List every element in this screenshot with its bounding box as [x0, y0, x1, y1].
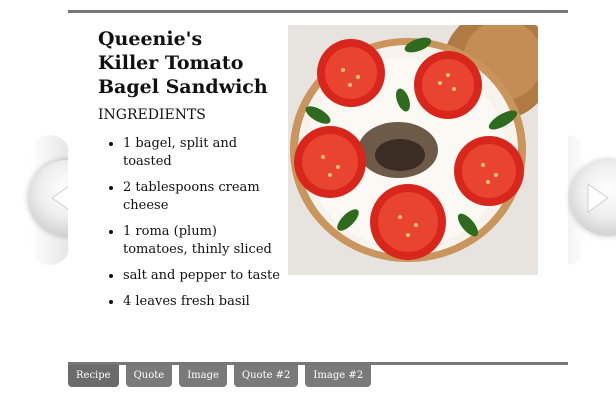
ingredient-item: salt and pepper to taste — [123, 267, 283, 285]
ingredient-item: 2 tablespoons cream cheese — [123, 179, 283, 215]
tab-quote[interactable]: Quote — [125, 365, 173, 387]
bagel-photo — [288, 25, 538, 275]
ingredient-item: 1 bagel, split and toasted — [123, 135, 283, 171]
slide-tabs: Recipe Quote Image Quote #2 Image #2 — [68, 365, 372, 387]
recipe-title: Queenie's Killer Tomato Bagel Sandwich — [98, 28, 268, 98]
ingredients-heading: INGREDIENTS — [98, 107, 206, 123]
next-slide-button[interactable] — [570, 160, 616, 236]
slideshow-stage: Queenie's Killer Tomato Bagel Sandwich I… — [0, 0, 616, 400]
tab-image[interactable]: Image — [179, 365, 227, 387]
chevron-right-icon — [587, 183, 609, 213]
ingredient-item: 1 roma (plum) tomatoes, thinly sliced — [123, 223, 283, 259]
bagel-sandwich-image — [288, 25, 538, 275]
tab-image-2[interactable]: Image #2 — [305, 365, 372, 387]
recipe-card: Queenie's Killer Tomato Bagel Sandwich I… — [68, 10, 568, 365]
ingredient-list: 1 bagel, split and toasted 2 tablespoons… — [123, 135, 283, 319]
tab-recipe[interactable]: Recipe — [68, 365, 119, 387]
ingredient-item: 4 leaves fresh basil — [123, 293, 283, 311]
tab-quote-2[interactable]: Quote #2 — [233, 365, 299, 387]
